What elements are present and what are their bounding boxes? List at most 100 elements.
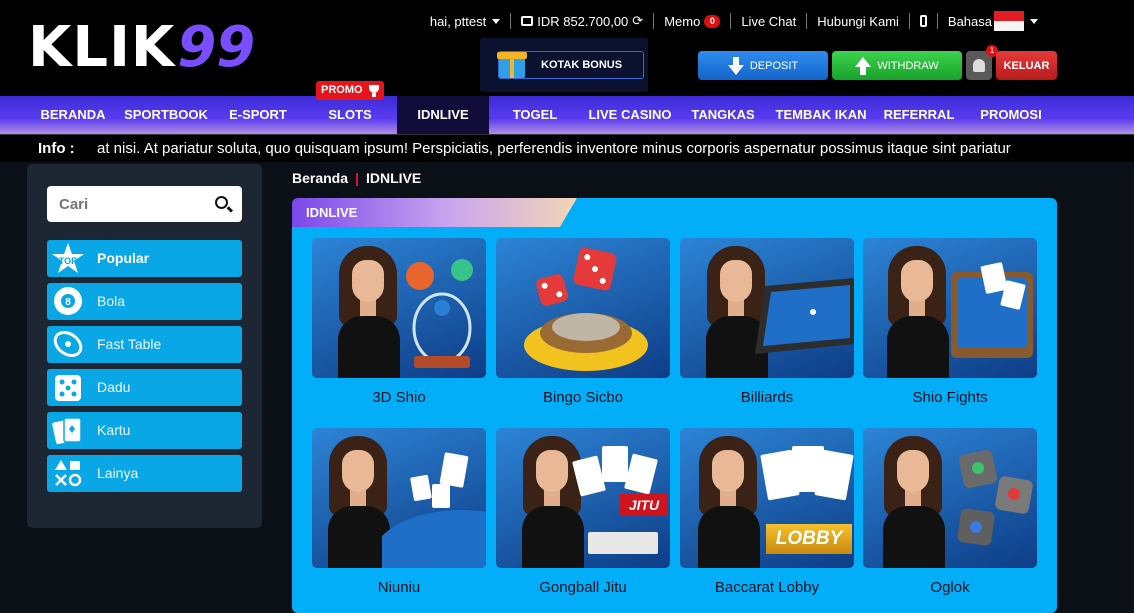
indonesia-flag-icon	[994, 11, 1024, 31]
info-label: Info :	[38, 140, 75, 157]
svg-text:8: 8	[65, 297, 71, 308]
mobile-link[interactable]	[908, 13, 937, 29]
breadcrumb-home[interactable]: Beranda	[292, 170, 348, 186]
ball-8-icon: 8	[54, 287, 82, 315]
lobby-tag: LOBBY	[766, 524, 852, 554]
live-chat-link[interactable]: Live Chat	[730, 13, 806, 29]
info-marquee: Info : at nisi. At pariatur soluta, quo …	[0, 134, 1134, 162]
game-card-niuniu[interactable]: Niuniu	[312, 428, 486, 596]
category-kartu[interactable]: Kartu	[47, 412, 242, 449]
card-table-icon	[951, 262, 1033, 358]
table-icon	[53, 331, 83, 357]
game-card-bingo-sicbo[interactable]: Bingo Sicbo	[496, 238, 670, 406]
game-name: Shio Fights	[912, 389, 988, 406]
game-card-baccarat-lobby[interactable]: LOBBY Baccarat Lobby	[680, 428, 854, 596]
panel-tab: IDNLIVE	[292, 198, 577, 227]
contact-link[interactable]: Hubungi Kami	[806, 13, 909, 29]
logo-text: KLIK	[28, 15, 176, 80]
nav-item-esport[interactable]: E-SPORT	[216, 96, 300, 134]
arrow-up-icon	[855, 56, 872, 75]
game-thumbnail	[496, 238, 670, 378]
game-name: Niuniu	[377, 579, 421, 596]
chevron-down-icon	[1030, 18, 1038, 24]
svg-text:TOP: TOP	[59, 256, 77, 266]
user-topbar: hai, pttest IDR 852.700,00 ⟳ Memo 0 Live…	[420, 11, 1048, 31]
nav-item-beranda[interactable]: BERANDA	[30, 96, 116, 134]
user-greeting-menu[interactable]: hai, pttest	[420, 13, 510, 29]
bonus-box-button[interactable]: KOTAK BONUS	[497, 51, 644, 79]
breadcrumb-current: IDNLIVE	[365, 170, 422, 186]
game-card-gongball-jitu[interactable]: JITU Gongball Jitu	[496, 428, 670, 596]
category-label: Dadu	[97, 379, 131, 395]
logout-label: KELUAR	[1003, 59, 1050, 72]
category-bola[interactable]: 8 Bola	[47, 283, 242, 320]
nav-item-togel[interactable]: TOGEL	[489, 96, 581, 134]
nav-item-sportbook[interactable]: SPORTBOOK	[116, 96, 216, 134]
nav-item-tangkas[interactable]: TANGKAS	[679, 96, 767, 134]
breadcrumb-separator: |	[355, 170, 359, 186]
game-name: Bingo Sicbo	[542, 389, 624, 406]
golden-bowl-icon	[524, 313, 648, 371]
search-box	[47, 186, 242, 222]
category-fast-table[interactable]: Fast Table	[47, 326, 242, 363]
nav-item-referral[interactable]: REFERRAL	[875, 96, 963, 134]
balance-value: IDR 852.700,00	[537, 13, 629, 29]
user-greeting: hai, pttest	[429, 13, 487, 29]
game-card-oglok[interactable]: Oglok	[863, 428, 1037, 596]
nav-item-idnlive[interactable]: IDNLIVE	[397, 96, 489, 134]
wallet-icon	[521, 16, 534, 26]
memo-count-badge: 0	[704, 14, 721, 28]
main-content: TOP Popular 8 Bola Fast Table	[0, 162, 1134, 613]
oglok-dice-icon	[957, 449, 1033, 546]
category-label: Lainya	[97, 465, 139, 481]
game-thumbnail	[312, 238, 486, 378]
withdraw-button[interactable]: WITHDRAW	[832, 51, 962, 80]
site-logo[interactable]: KLIK 99	[28, 18, 255, 78]
game-thumbnail	[863, 238, 1037, 378]
memo-link[interactable]: Memo 0	[653, 13, 730, 29]
category-lainya[interactable]: Lainya	[47, 455, 242, 492]
game-card-shio-fights[interactable]: Shio Fights	[863, 238, 1037, 406]
game-card-billiards[interactable]: Billiards	[680, 238, 854, 406]
game-thumbnail: JITU	[496, 428, 670, 568]
deposit-button[interactable]: DEPOSIT	[698, 51, 828, 80]
nav-item-tembak-ikan[interactable]: TEMBAK IKAN	[767, 96, 875, 134]
language-selector[interactable]: Bahasa	[936, 11, 1048, 31]
pool-table-icon	[755, 278, 854, 354]
game-name: Baccarat Lobby	[714, 579, 820, 596]
arrow-down-icon	[727, 56, 744, 75]
nav-item-live-casino[interactable]: LIVE CASINO	[581, 96, 679, 134]
bonus-box-label: KOTAK BONUS	[541, 59, 623, 71]
deposit-label: DEPOSIT	[749, 59, 799, 72]
nav-item-promosi[interactable]: PROMOSI	[963, 96, 1059, 134]
search-icon[interactable]	[215, 196, 228, 209]
game-card-3d-shio[interactable]: 3D Shio	[312, 238, 486, 406]
nav-item-slots[interactable]: SLOTS	[300, 96, 400, 134]
game-name: Gongball Jitu	[539, 579, 627, 596]
live-chat-label: Live Chat	[741, 13, 797, 29]
promo-badge[interactable]: PROMO	[316, 81, 384, 100]
category-popular[interactable]: TOP Popular	[47, 240, 242, 277]
language-label: Bahasa	[947, 13, 992, 29]
notification-button[interactable]: 1	[966, 45, 998, 80]
balance-display: IDR 852.700,00 ⟳	[510, 13, 653, 29]
category-dadu[interactable]: Dadu	[47, 369, 242, 406]
lottery-drum-icon	[406, 259, 473, 368]
baccarat-cards-icon	[760, 446, 854, 501]
breadcrumb: Beranda | IDNLIVE	[292, 170, 421, 186]
category-sidebar: TOP Popular 8 Bola Fast Table	[27, 164, 262, 528]
cards-icon	[52, 417, 82, 445]
panel-tab-label: IDNLIVE	[306, 205, 358, 220]
logout-button[interactable]: KELUAR	[996, 51, 1057, 80]
bonus-box-area: KOTAK BONUS	[480, 38, 648, 92]
search-input[interactable]	[47, 186, 207, 222]
shapes-icon	[55, 460, 82, 487]
trophy-icon	[369, 85, 379, 97]
site-header: KLIK 99 hai, pttest IDR 852.700,00 ⟳ Mem…	[0, 0, 1134, 96]
contact-label: Hubungi Kami	[817, 13, 899, 29]
logo-number: 99	[177, 15, 256, 80]
gift-icon	[497, 46, 527, 78]
game-thumbnail	[863, 428, 1037, 568]
game-thumbnail	[312, 428, 486, 568]
refresh-icon[interactable]: ⟳	[632, 13, 643, 29]
